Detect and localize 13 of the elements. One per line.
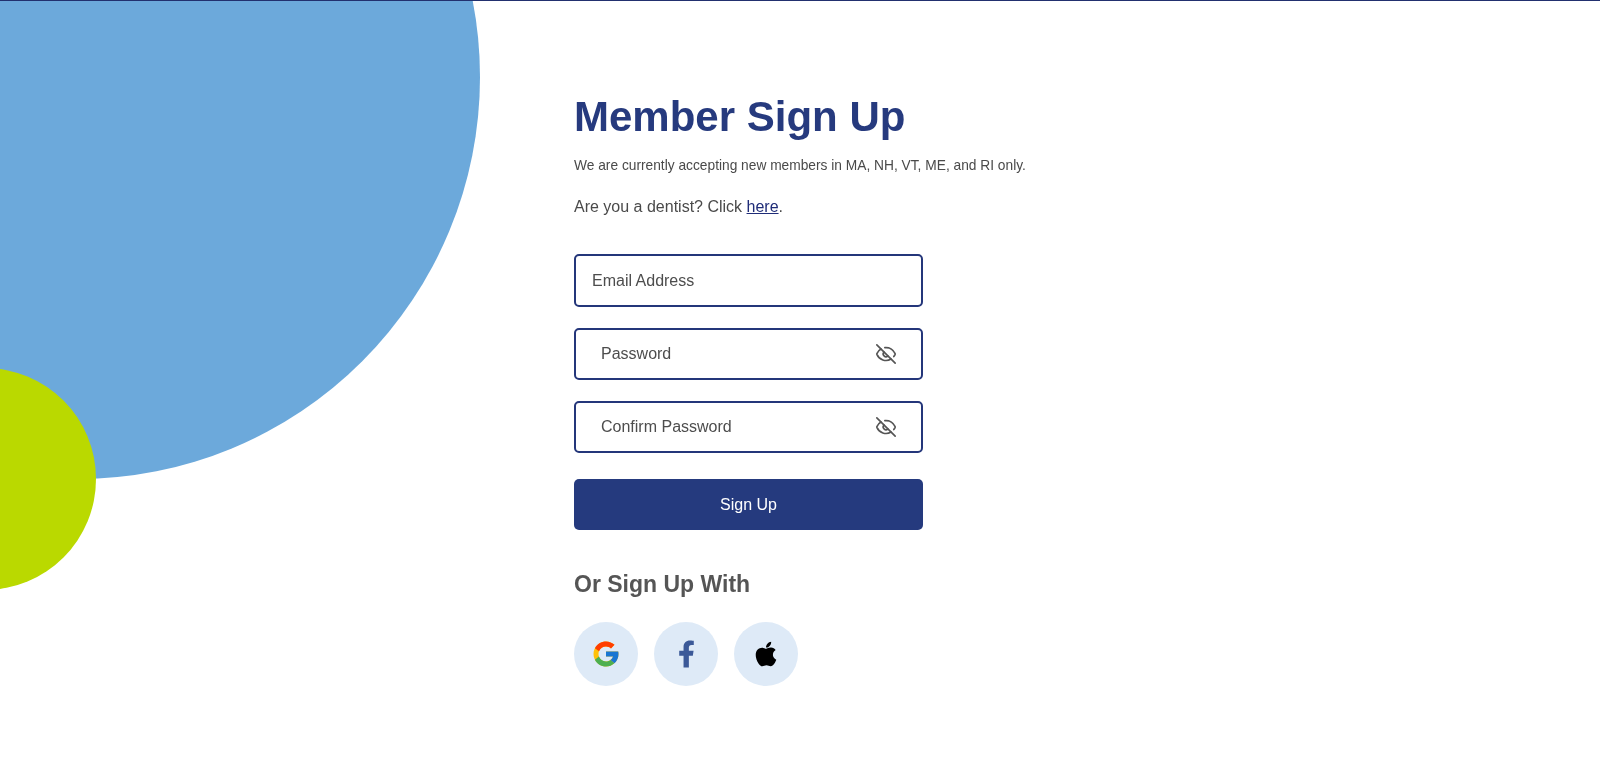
dentist-prompt: Are you a dentist? Click here. — [574, 197, 783, 217]
sign-up-button[interactable]: Sign Up — [574, 479, 923, 530]
eye-slash-icon[interactable] — [875, 416, 897, 438]
email-field[interactable]: Email Address — [574, 254, 923, 307]
availability-notice: We are currently accepting new members in MA, NH, VT, ME, and RI only. — [574, 157, 1026, 175]
password-field[interactable]: Confirm Password — [574, 401, 923, 453]
page-title: Member Sign Up — [574, 92, 906, 142]
password-field[interactable]: Password — [574, 328, 923, 380]
facebook-icon — [677, 639, 695, 669]
google-icon — [591, 639, 621, 669]
dentist-link[interactable]: here — [746, 198, 779, 215]
eye-slash-icon[interactable] — [875, 343, 897, 365]
social-heading: Or Sign Up With — [574, 570, 751, 599]
